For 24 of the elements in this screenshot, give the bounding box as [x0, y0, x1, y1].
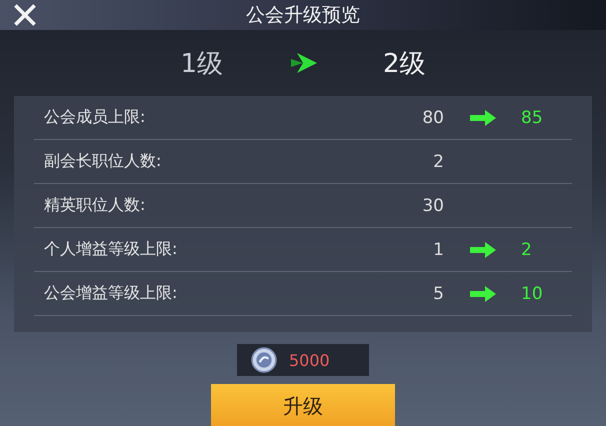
current-value: 2 — [432, 152, 444, 172]
stat-label: 公会增益等级上限: — [43, 283, 178, 304]
next-level: 2级 — [383, 48, 426, 80]
next-value: 2 — [521, 240, 532, 260]
current-value: 1 — [432, 240, 444, 260]
cost-amount: 5000 — [289, 350, 330, 370]
current-level: 1级 — [180, 48, 223, 80]
current-value: 5 — [432, 284, 444, 304]
arrow-icon — [470, 242, 496, 258]
next-value: 85 — [521, 108, 543, 128]
next-value: 10 — [521, 284, 543, 304]
close-icon[interactable] — [14, 4, 36, 26]
stat-label: 公会成员上限: — [43, 107, 146, 128]
coin-icon — [251, 347, 277, 373]
window-title: 公会升级预览 — [246, 3, 360, 28]
arrow-icon — [470, 286, 496, 302]
current-value: 30 — [421, 196, 444, 216]
arrow-icon — [470, 110, 496, 126]
current-value: 80 — [421, 108, 444, 128]
upgrade-button[interactable]: 升级 — [211, 384, 395, 426]
stat-label: 副会长职位人数: — [43, 151, 162, 172]
chevron-icon — [291, 53, 317, 73]
stat-label: 精英职位人数: — [43, 195, 146, 216]
stat-label: 个人增益等级上限: — [43, 239, 178, 260]
